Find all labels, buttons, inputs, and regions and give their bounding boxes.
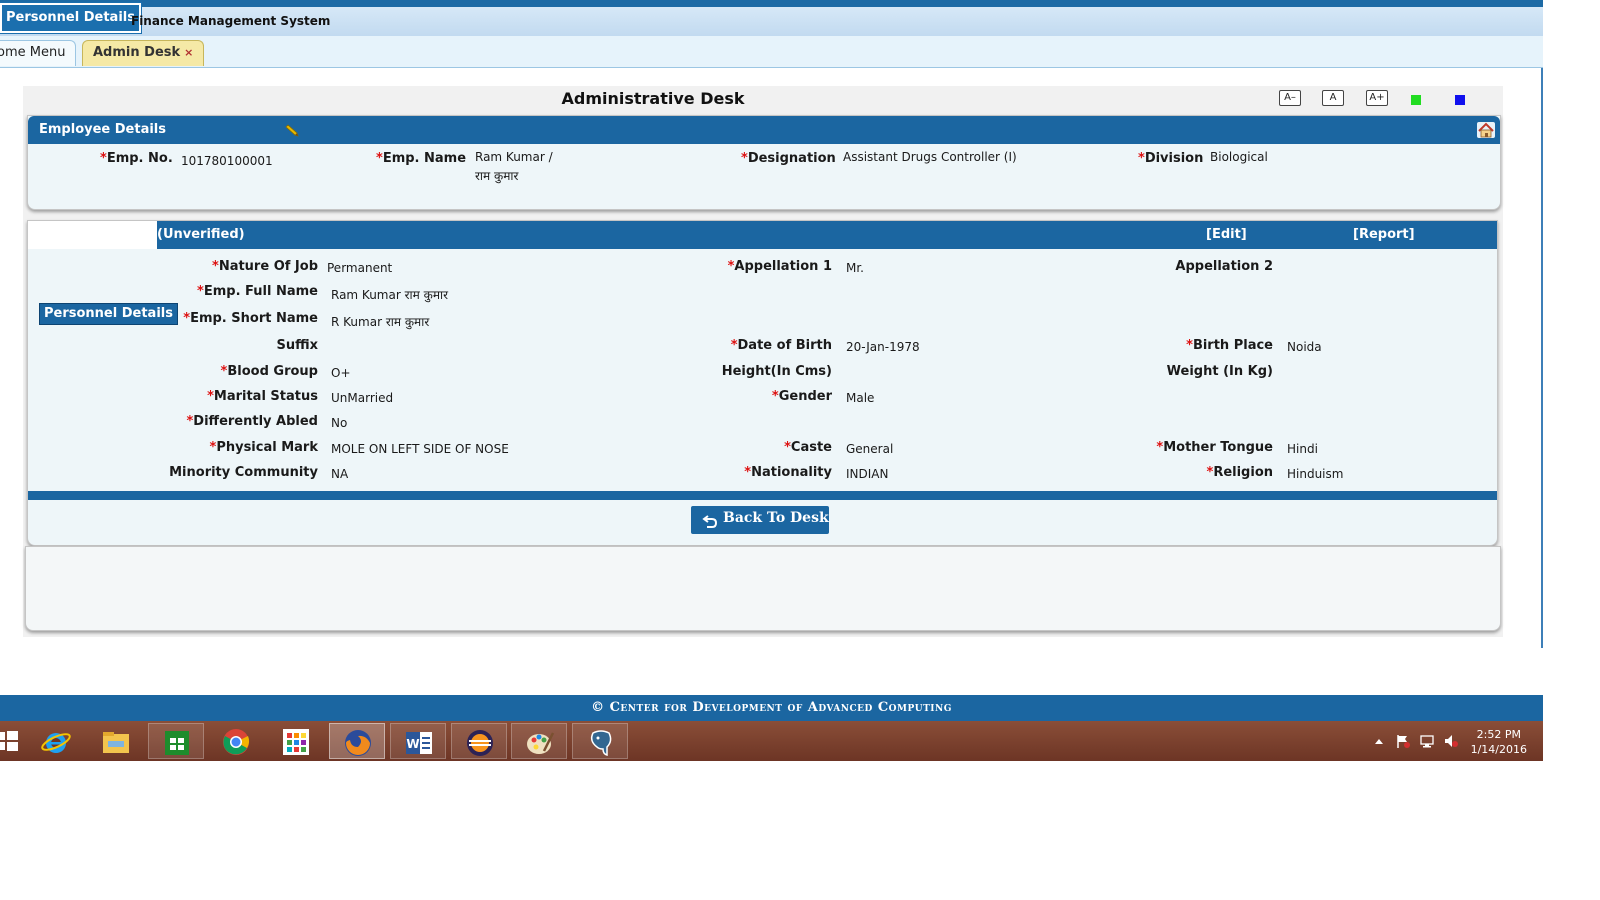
file-explorer-icon[interactable] xyxy=(88,723,144,759)
tab-strip: ome Menu Admin Desk × xyxy=(0,36,1543,68)
minority-label: Minority Community xyxy=(169,465,318,480)
blue-theme-button[interactable] xyxy=(1455,95,1465,105)
caste-label: *Caste xyxy=(784,440,832,455)
footer-copyright: © Center for Development of Advanced Com… xyxy=(0,695,1543,721)
network-icon[interactable] xyxy=(1419,733,1435,749)
font-increase-button[interactable]: A+ xyxy=(1366,90,1388,106)
chrome-icon[interactable] xyxy=(208,723,264,759)
appellation1-label: *Appellation 1 xyxy=(727,259,832,274)
personnel-details-panel: (Unverified) [Edit] [Report] Personnel D… xyxy=(27,220,1498,546)
birth-place-label: *Birth Place xyxy=(1186,338,1273,353)
birth-place-value: Noida xyxy=(1287,340,1322,354)
clock-time: 2:52 PM xyxy=(1476,728,1521,741)
volume-muted-icon[interactable] xyxy=(1443,733,1459,749)
emp-name-value: Ram Kumar / xyxy=(475,150,553,164)
administrative-desk: Administrative Desk A– A A+ Employee Det… xyxy=(23,86,1503,637)
mother-tongue-label: *Mother Tongue xyxy=(1156,440,1273,455)
postgresql-icon[interactable] xyxy=(572,723,628,759)
close-tab-icon[interactable]: × xyxy=(184,46,193,59)
short-name-value: R Kumar राम कुमार xyxy=(331,315,430,329)
gender-label: *Gender xyxy=(771,389,832,404)
edit-link[interactable]: [Edit] xyxy=(1206,227,1247,242)
tab-label: ome Menu xyxy=(0,45,66,60)
scroll-edge xyxy=(1541,68,1543,648)
back-arrow-icon xyxy=(702,515,718,528)
physical-mark-value: MOLE ON LEFT SIDE OF NOSE xyxy=(331,442,509,456)
taskbar-clock[interactable]: 2:52 PM 1/14/2016 xyxy=(1471,727,1527,757)
app-header: Personnel Details Finance Management Sys… xyxy=(0,0,1543,36)
religion-label: *Religion xyxy=(1206,465,1274,480)
height-label: Height(In Cms) xyxy=(721,364,832,379)
suffix-label: Suffix xyxy=(276,338,318,353)
gender-value: Male xyxy=(846,391,875,405)
store-icon[interactable] xyxy=(148,723,204,759)
caste-value: General xyxy=(846,442,894,456)
personnel-details-button[interactable]: Personnel Details xyxy=(39,303,178,325)
emp-no-label: *Emp. No. xyxy=(100,151,173,166)
windows-taskbar: W 2:52 PM 1/14/2016 xyxy=(0,721,1543,761)
panel-divider xyxy=(28,491,1497,500)
back-to-desk-label: Back To Desk xyxy=(723,510,829,526)
employee-details-title: Employee Details xyxy=(39,122,166,137)
font-reset-button[interactable]: A xyxy=(1322,90,1344,106)
emp-no-value: 101780100001 xyxy=(181,154,273,168)
report-link[interactable]: [Report] xyxy=(1353,227,1415,242)
show-hidden-icons-icon[interactable] xyxy=(1374,737,1384,745)
eclipse-icon[interactable] xyxy=(451,723,507,759)
internet-explorer-icon[interactable] xyxy=(28,723,84,759)
home-icon[interactable] xyxy=(1476,121,1496,139)
designation-value: Assistant Drugs Controller (I) xyxy=(843,150,1017,164)
svg-text:W: W xyxy=(406,737,419,751)
differently-abled-label: *Differently Abled xyxy=(186,414,318,429)
emp-name-label: *Emp. Name xyxy=(376,151,467,166)
blood-group-value: O+ xyxy=(331,366,351,380)
empty-panel xyxy=(25,546,1501,631)
mother-tongue-value: Hindi xyxy=(1287,442,1318,456)
apps-icon[interactable] xyxy=(268,723,324,759)
edit-pencil-icon[interactable] xyxy=(284,124,300,138)
tab-home-menu[interactable]: ome Menu xyxy=(0,40,77,66)
clock-date: 1/14/2016 xyxy=(1470,743,1527,756)
employee-details-panel: Employee Details *Emp. No. 101780100001 … xyxy=(27,115,1501,210)
word-icon[interactable]: W xyxy=(390,723,446,759)
action-center-flag-icon[interactable] xyxy=(1395,733,1411,749)
emp-name-hindi: राम कुमार xyxy=(475,169,519,183)
blood-group-label: *Blood Group xyxy=(220,364,318,379)
verification-status: (Unverified) xyxy=(157,227,245,242)
physical-mark-label: *Physical Mark xyxy=(209,440,319,455)
tab-admin-desk[interactable]: Admin Desk × xyxy=(82,40,205,66)
page-title: Administrative Desk xyxy=(561,89,745,108)
employee-details-header: Employee Details xyxy=(28,116,1500,144)
nationality-label: *Nationality xyxy=(744,465,832,480)
header-blank xyxy=(28,221,157,249)
back-to-desk-button[interactable]: Back To Desk xyxy=(691,506,829,534)
appellation2-label: Appellation 2 xyxy=(1175,259,1273,274)
font-decrease-button[interactable]: A– xyxy=(1279,90,1301,106)
differently-abled-value: No xyxy=(331,416,348,430)
paint-icon[interactable] xyxy=(511,723,567,759)
full-name-label: *Emp. Full Name xyxy=(197,284,318,299)
full-name-value: Ram Kumar राम कुमार xyxy=(331,288,449,302)
app-title: Finance Management System xyxy=(131,14,331,28)
green-theme-button[interactable] xyxy=(1411,95,1421,105)
dob-label: *Date of Birth xyxy=(730,338,832,353)
minority-value: NA xyxy=(331,467,349,481)
dob-value: 20-Jan-1978 xyxy=(846,340,920,354)
religion-value: Hinduism xyxy=(1287,467,1344,481)
division-value: Biological xyxy=(1210,150,1268,164)
firefox-icon[interactable] xyxy=(329,723,385,759)
app-badge[interactable]: Personnel Details xyxy=(0,3,141,33)
nature-of-job-value: Permanent xyxy=(327,261,393,275)
weight-label: Weight (In Kg) xyxy=(1166,364,1273,379)
personnel-header: (Unverified) [Edit] [Report] xyxy=(28,221,1497,249)
marital-status-label: *Marital Status xyxy=(207,389,318,404)
short-name-label: *Emp. Short Name xyxy=(183,311,318,326)
appellation1-value: Mr. xyxy=(846,261,864,275)
tab-label: Admin Desk xyxy=(93,45,181,60)
division-label: *Division xyxy=(1138,151,1204,166)
marital-status-value: UnMarried xyxy=(331,391,394,405)
nature-of-job-label: *Nature Of Job xyxy=(212,259,318,274)
designation-label: *Designation xyxy=(741,151,836,166)
nationality-value: INDIAN xyxy=(846,467,889,481)
